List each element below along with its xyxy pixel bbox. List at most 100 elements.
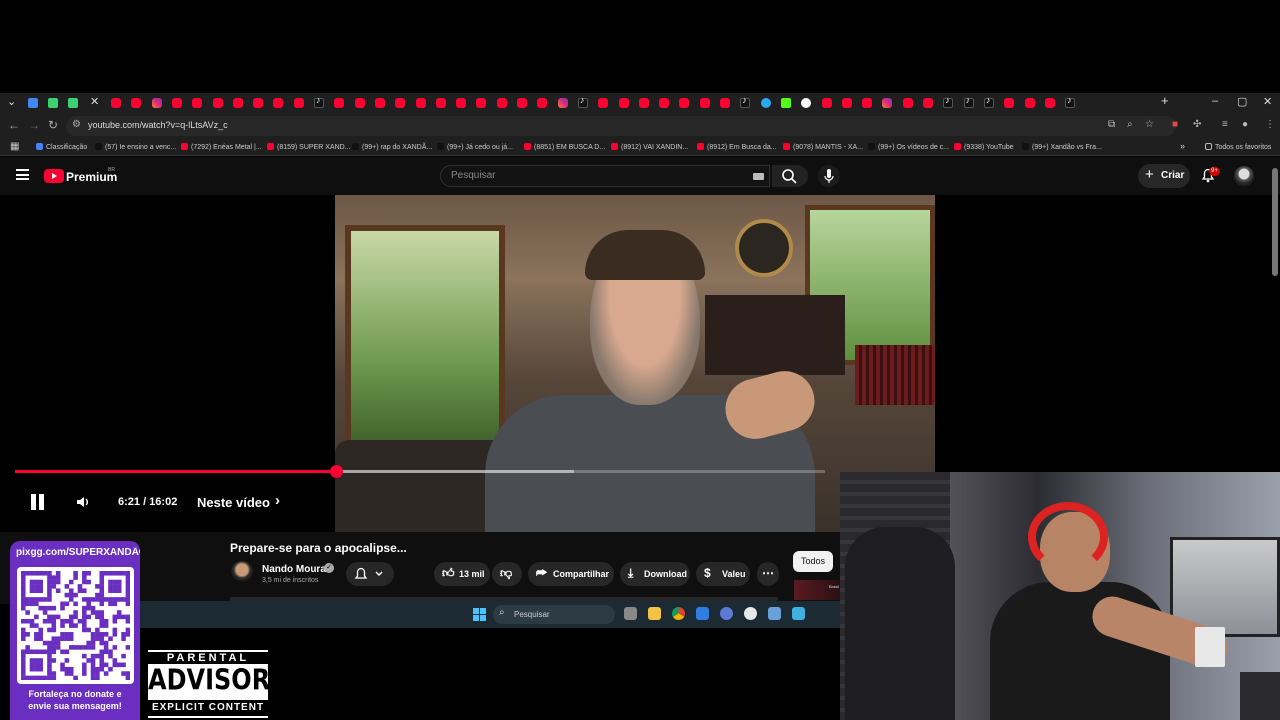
- tab-favicon-yt[interactable]: [334, 98, 345, 108]
- tab-search-icon[interactable]: ≡: [1222, 119, 1228, 130]
- bookmark-item[interactable]: (57) Ie ensino a venc...: [95, 143, 176, 151]
- bookmark-item[interactable]: (99+) Xandão vs Fra...: [1022, 143, 1102, 151]
- tab-favicon-yt[interactable]: [232, 98, 243, 108]
- thanks-button[interactable]: $ Valeu: [696, 562, 750, 586]
- tab-favicon-yt[interactable]: [720, 98, 730, 108]
- minimize-button[interactable]: –: [1212, 95, 1218, 107]
- app-icon[interactable]: [720, 607, 733, 620]
- tab-favicon-yt[interactable]: [171, 98, 182, 108]
- tab-favicon-yt[interactable]: [253, 98, 264, 108]
- keyboard-icon[interactable]: [753, 173, 764, 180]
- windows-start-icon[interactable]: [473, 608, 487, 622]
- search-button[interactable]: [772, 165, 808, 187]
- tab-favicon-yt[interactable]: [111, 98, 121, 108]
- site-info-icon[interactable]: ⚙: [72, 119, 81, 130]
- channel-avatar[interactable]: [231, 561, 253, 583]
- extension-icon[interactable]: ■: [1172, 119, 1178, 130]
- app-icon[interactable]: [696, 607, 709, 620]
- tab-favicon-ig[interactable]: [882, 98, 893, 108]
- tab-favicon-tt[interactable]: [577, 95, 588, 108]
- bookmark-star-icon[interactable]: ☆: [1145, 119, 1154, 130]
- tab-favicon-tt[interactable]: [983, 95, 994, 108]
- taskbar-search[interactable]: ⌕ Pesquisar: [493, 605, 615, 624]
- tab-favicon-yt[interactable]: [131, 98, 142, 108]
- tab-search-icon[interactable]: ⌄: [7, 95, 16, 108]
- tab-favicon-yt[interactable]: [374, 98, 385, 108]
- tab-favicon[interactable]: [68, 98, 78, 108]
- dislike-button[interactable]: 👎︎: [492, 562, 522, 586]
- tab-favicon-yt[interactable]: [395, 98, 406, 108]
- settings-gear-icon[interactable]: [768, 607, 781, 620]
- tab-favicon-yt[interactable]: [1044, 98, 1055, 108]
- extensions-puzzle-icon[interactable]: ✣: [1193, 119, 1201, 130]
- bookmark-item[interactable]: (99+) Os vídeos de c...: [868, 143, 949, 151]
- volume-icon[interactable]: [75, 494, 91, 510]
- tab-favicon-yt[interactable]: [1024, 98, 1035, 108]
- share-button[interactable]: ⮫ Compartilhar: [528, 562, 614, 586]
- bookmark-item[interactable]: (9338) YouTube: [954, 143, 1014, 151]
- progress-scrubber-handle[interactable]: [329, 465, 343, 478]
- tab-favicon-tt[interactable]: [314, 95, 324, 108]
- tab-favicon-yt[interactable]: [435, 98, 446, 108]
- bookmark-item[interactable]: (99+) rap do XANDÃ...: [352, 143, 432, 151]
- bookmark-item[interactable]: (7292) Enéas Metal |...: [181, 143, 262, 151]
- tab-favicon[interactable]: [48, 98, 58, 108]
- download-button[interactable]: ⤓ Download: [620, 562, 690, 586]
- bookmark-item[interactable]: (8912) Em Busca da...: [697, 143, 777, 151]
- tab-favicon[interactable]: [28, 98, 38, 108]
- tab-favicon-kk[interactable]: [780, 98, 791, 108]
- profile-icon[interactable]: ●: [1242, 119, 1248, 130]
- tab-favicon-yt[interactable]: [902, 98, 913, 108]
- menu-hamburger-icon[interactable]: [16, 169, 29, 180]
- tab-favicon-yt[interactable]: [618, 98, 629, 108]
- tab-favicon-tt[interactable]: [943, 95, 954, 108]
- search-input[interactable]: [451, 170, 731, 181]
- voice-search-button[interactable]: [818, 165, 840, 187]
- tab-favicon-yt[interactable]: [517, 98, 527, 108]
- tab-favicon-yt[interactable]: [456, 98, 467, 108]
- tab-favicon-yt[interactable]: [699, 98, 710, 108]
- menu-kebab-icon[interactable]: ⋮: [1265, 119, 1275, 130]
- new-tab-button[interactable]: +: [1161, 93, 1169, 108]
- subscription-bell-button[interactable]: [346, 562, 394, 586]
- file-explorer-icon[interactable]: [648, 607, 661, 620]
- tab-favicon-yt[interactable]: [1004, 98, 1015, 108]
- tab-favicon-ig[interactable]: [151, 98, 162, 108]
- chevron-right-icon[interactable]: ›: [275, 492, 280, 509]
- bookmark-item[interactable]: (9078) MANTIS - XA...: [783, 143, 863, 151]
- tab-favicon-yt[interactable]: [679, 98, 690, 108]
- tab-favicon-yt[interactable]: [354, 98, 365, 108]
- bookmark-item[interactable]: (8912) VAI XANDIN...: [611, 143, 688, 151]
- tab-favicon-yt[interactable]: [293, 98, 304, 108]
- tab-favicon-yt[interactable]: [212, 98, 223, 108]
- tab-favicon-yt[interactable]: [598, 98, 609, 108]
- back-icon[interactable]: ←: [8, 118, 20, 132]
- youtube-logo[interactable]: [44, 169, 64, 183]
- pause-button[interactable]: [29, 494, 45, 510]
- more-actions-button[interactable]: ⋯: [757, 562, 779, 586]
- account-avatar[interactable]: [1234, 166, 1254, 186]
- related-video-thumbnail[interactable]: [794, 580, 840, 600]
- tab-favicon-tg[interactable]: [760, 98, 771, 108]
- channel-name[interactable]: Nando Moura: [262, 564, 326, 575]
- video-player[interactable]: 6:21 / 16:02 Neste vídeo ›: [0, 195, 935, 532]
- tab-favicon-tt[interactable]: [740, 95, 751, 108]
- tab-favicon-yt[interactable]: [821, 98, 832, 108]
- like-button[interactable]: 👍︎ 13 mil: [434, 562, 490, 586]
- tab-favicon-gg[interactable]: [801, 98, 812, 108]
- tab-favicon-yt[interactable]: [496, 98, 507, 108]
- install-icon[interactable]: ⧉: [1108, 119, 1115, 130]
- chrome-icon[interactable]: [672, 607, 685, 620]
- steam-icon[interactable]: [792, 607, 805, 620]
- apps-grid-icon[interactable]: ▦: [10, 141, 19, 152]
- all-bookmarks-folder[interactable]: Todos os favoritos: [1205, 143, 1271, 151]
- zoom-icon[interactable]: ⌕: [1127, 119, 1133, 130]
- tab-favicon-yt[interactable]: [192, 98, 203, 108]
- tab-favicon-yt[interactable]: [537, 98, 548, 108]
- tab-favicon-yt[interactable]: [841, 98, 852, 108]
- filter-chip-all[interactable]: Todos: [793, 551, 833, 572]
- tab-favicon-yt[interactable]: [476, 98, 487, 108]
- chapter-button[interactable]: Neste vídeo: [197, 495, 270, 510]
- bookmark-item[interactable]: (99+) Já cedo ou já...: [437, 143, 513, 151]
- obs-icon[interactable]: [744, 607, 757, 620]
